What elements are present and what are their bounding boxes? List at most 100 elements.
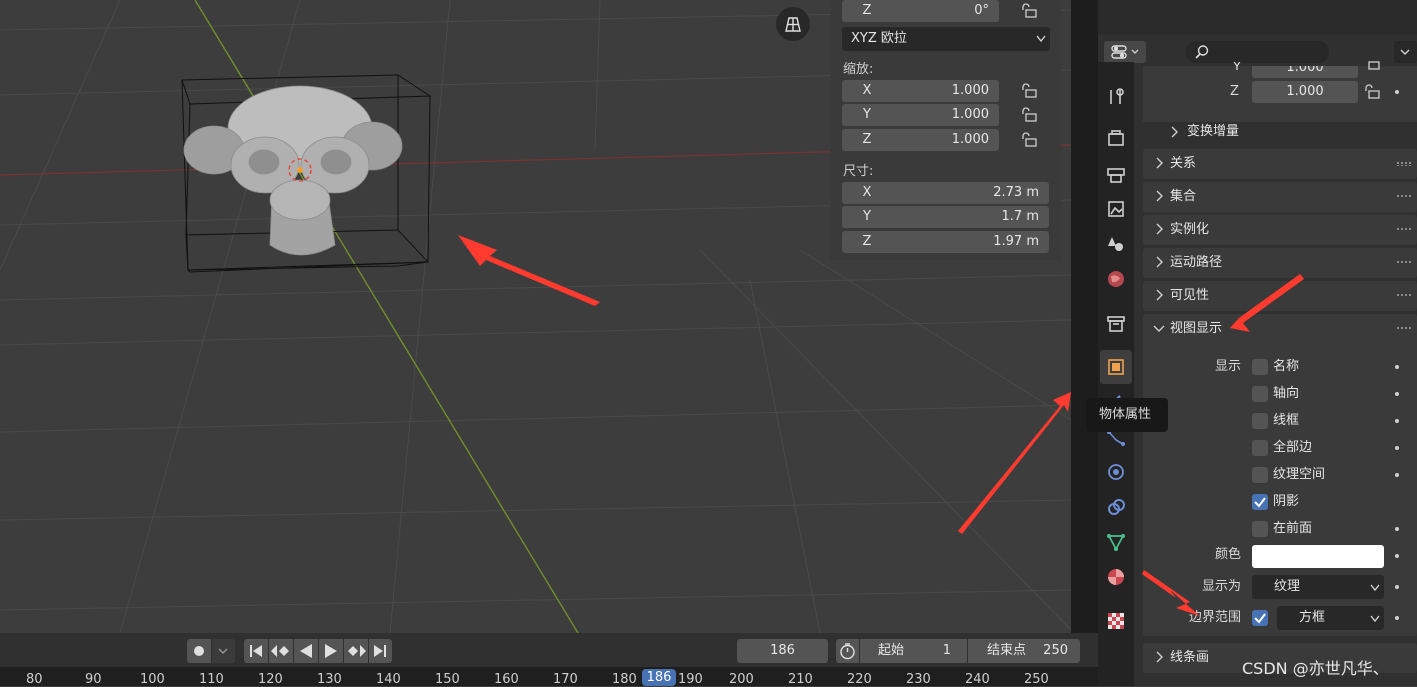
rotation-mode-dropdown[interactable]: XYZ 欧拉: [842, 27, 1050, 51]
chevron-down-icon: [218, 648, 228, 654]
drag-handle-icon[interactable]: [1397, 162, 1411, 166]
current-frame-field[interactable]: 186: [737, 639, 828, 663]
play-button[interactable]: [319, 639, 343, 663]
unlock-icon[interactable]: [1021, 107, 1039, 123]
scene-icon[interactable]: [1106, 234, 1126, 254]
unlock-icon[interactable]: [1021, 83, 1039, 99]
chevron-right-icon: [1156, 157, 1163, 169]
scale-x-field[interactable]: X 1.000: [842, 80, 999, 102]
frame-tick: 120: [258, 672, 283, 687]
keyframe-dot[interactable]: [1395, 616, 1399, 620]
rotation-z-field[interactable]: Z 0°: [842, 0, 999, 22]
frame-tick: 140: [376, 672, 401, 687]
keyframe-dot[interactable]: [1395, 585, 1399, 589]
frame-tick: 240: [965, 672, 990, 687]
scale-y-label: Y: [1233, 62, 1241, 70]
play-reverse-button[interactable]: [294, 639, 318, 663]
jump-to-end-button[interactable]: [369, 639, 392, 663]
properties-top-strip: [1098, 0, 1417, 35]
auto-keying-button[interactable]: [187, 639, 211, 663]
object-scale-y-field[interactable]: 1.000: [1252, 66, 1358, 78]
play-reverse-icon: [300, 644, 312, 658]
dimensions-label: 尺寸:: [843, 164, 874, 179]
drag-handle-icon[interactable]: [1397, 228, 1411, 232]
output-icon[interactable]: [1106, 164, 1126, 184]
delta-transform-subpanel[interactable]: 变换增量: [1160, 120, 1417, 144]
frame-tick: 160: [494, 672, 519, 687]
panel-instancing[interactable]: 实例化: [1143, 215, 1417, 245]
keying-options-dropdown[interactable]: [212, 639, 235, 663]
3d-viewport[interactable]: Z 0° XYZ 欧拉 缩放: X 1.000 Y 1.000 Z 1.000 …: [0, 0, 1071, 633]
perspective-toggle-button[interactable]: [776, 7, 810, 41]
keyframe-dot[interactable]: [1395, 554, 1399, 558]
end-frame-field[interactable]: 结束点 250: [968, 639, 1080, 663]
unlock-icon[interactable]: [1021, 3, 1039, 19]
playhead[interactable]: 186: [642, 669, 676, 686]
drag-handle-icon[interactable]: [1397, 294, 1411, 298]
view-layer-icon[interactable]: [1106, 199, 1126, 219]
unlock-icon[interactable]: [1364, 84, 1382, 100]
scale-z-field[interactable]: Z 1.000: [842, 129, 999, 151]
unlock-icon[interactable]: [1021, 132, 1039, 148]
panel-relations[interactable]: 关系: [1143, 149, 1417, 179]
jump-start-icon: [250, 645, 262, 657]
chevron-right-icon: [1156, 223, 1163, 235]
keyframe-dot[interactable]: [1395, 419, 1399, 423]
annotation-arrows: [958, 274, 1304, 616]
scale-z-label: Z: [1230, 84, 1239, 99]
play-icon: [325, 644, 337, 658]
render-icon[interactable]: [1106, 128, 1126, 148]
search-icon: [1195, 45, 1209, 59]
editor-type-dropdown[interactable]: [1104, 41, 1146, 63]
frame-tick: 250: [1024, 672, 1049, 687]
unlock-icon[interactable]: [1364, 60, 1382, 72]
frame-tick: 220: [847, 672, 872, 687]
drag-handle-icon[interactable]: [1397, 327, 1411, 331]
annotation-arrow: [458, 235, 600, 306]
monkey-mesh: [183, 85, 403, 256]
drag-handle-icon[interactable]: [1397, 261, 1411, 265]
drag-handle-icon[interactable]: [1397, 195, 1411, 199]
watermark: CSDN @亦世凡华、: [1242, 659, 1389, 678]
keyframe-dot[interactable]: [1395, 527, 1399, 531]
keyframe-dot[interactable]: [1395, 365, 1399, 369]
frame-tick: 130: [317, 672, 342, 687]
chevron-down-icon: [1400, 49, 1410, 55]
start-frame-field[interactable]: 起始 1: [860, 639, 967, 663]
prev-keyframe-button[interactable]: [269, 639, 293, 663]
panel-collections[interactable]: 集合: [1143, 182, 1417, 212]
scale-y-field[interactable]: Y 1.000: [842, 104, 999, 126]
stopwatch-icon: [840, 643, 855, 660]
frame-tick: 150: [435, 672, 460, 687]
frame-tick: 80: [26, 672, 43, 687]
frame-tick: 110: [199, 672, 224, 687]
chevron-right-icon: [1156, 190, 1163, 202]
frame-tick: 180: [612, 672, 637, 687]
frame-tick: 90: [85, 672, 102, 687]
next-keyframe-button[interactable]: [344, 639, 368, 663]
frame-tick: 200: [729, 672, 754, 687]
dimension-z-field[interactable]: Z 1.97 m: [842, 231, 1049, 253]
chevron-right-icon: [1171, 126, 1178, 138]
record-icon: [194, 646, 204, 656]
options-dropdown[interactable]: [1394, 41, 1417, 63]
keyframe-dot[interactable]: [1395, 90, 1399, 94]
jump-to-start-button[interactable]: [244, 639, 268, 663]
dimension-y-field[interactable]: Y 1.7 m: [842, 206, 1049, 228]
keyframe-dot[interactable]: [1395, 446, 1399, 450]
next-keyframe-icon: [348, 645, 366, 657]
frame-tick: 170: [553, 672, 578, 687]
scale-label: 缩放:: [843, 62, 874, 77]
preview-range-toggle[interactable]: [836, 639, 859, 663]
frame-tick: 230: [906, 672, 931, 687]
tool-icon[interactable]: [1106, 86, 1126, 106]
properties-editor-icon: [1111, 45, 1139, 59]
properties-search-input[interactable]: [1186, 41, 1329, 63]
keyframe-dot[interactable]: [1395, 473, 1399, 477]
frame-tick: 210: [788, 672, 813, 687]
frame-tick: 100: [140, 672, 165, 687]
grid-view-icon: [785, 17, 801, 32]
keyframe-dot[interactable]: [1395, 392, 1399, 396]
object-scale-z-field[interactable]: 1.000: [1252, 81, 1358, 103]
dimension-x-field[interactable]: X 2.73 m: [842, 182, 1049, 204]
